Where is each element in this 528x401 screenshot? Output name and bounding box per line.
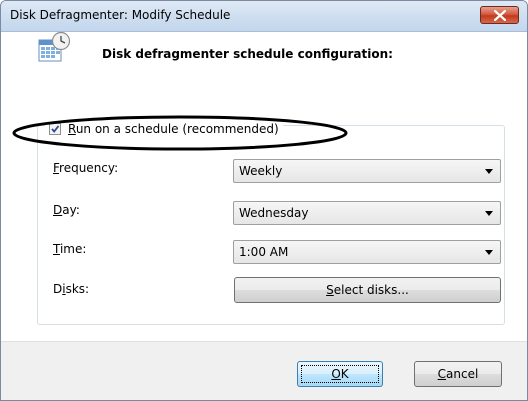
close-button[interactable]: [480, 6, 519, 24]
header-title: Disk defragmenter schedule configuration…: [102, 47, 393, 61]
frequency-label: Frequency:: [53, 161, 119, 175]
day-select[interactable]: Wednesday: [233, 201, 501, 225]
time-label: Time:: [53, 242, 87, 256]
window-title: Disk Defragmenter: Modify Schedule: [10, 8, 231, 22]
chevron-down-icon: [485, 250, 493, 255]
select-disks-label: Select disks...: [326, 283, 409, 297]
day-value: Wednesday: [239, 206, 309, 220]
cancel-button[interactable]: Cancel: [414, 361, 502, 387]
calendar-clock-icon: [38, 31, 71, 62]
close-icon: [494, 10, 506, 21]
ok-button[interactable]: OK: [297, 361, 383, 387]
frequency-select[interactable]: Weekly: [233, 159, 501, 183]
title-bar[interactable]: Disk Defragmenter: Modify Schedule: [1, 1, 527, 32]
disks-label: Disks:: [53, 282, 90, 296]
time-select[interactable]: 1:00 AM: [233, 240, 501, 264]
time-value: 1:00 AM: [239, 245, 289, 259]
chevron-down-icon: [485, 211, 493, 216]
annotation-ellipse: [12, 115, 348, 151]
day-label: Day:: [53, 203, 80, 217]
select-disks-button[interactable]: Select disks...: [234, 277, 501, 303]
dialog-window: Disk Defragmenter: Modify Schedule Disk …: [0, 0, 528, 401]
cancel-label: Cancel: [437, 367, 479, 381]
chevron-down-icon: [485, 169, 493, 174]
ok-label: OK: [331, 367, 349, 381]
frequency-value: Weekly: [239, 164, 283, 178]
